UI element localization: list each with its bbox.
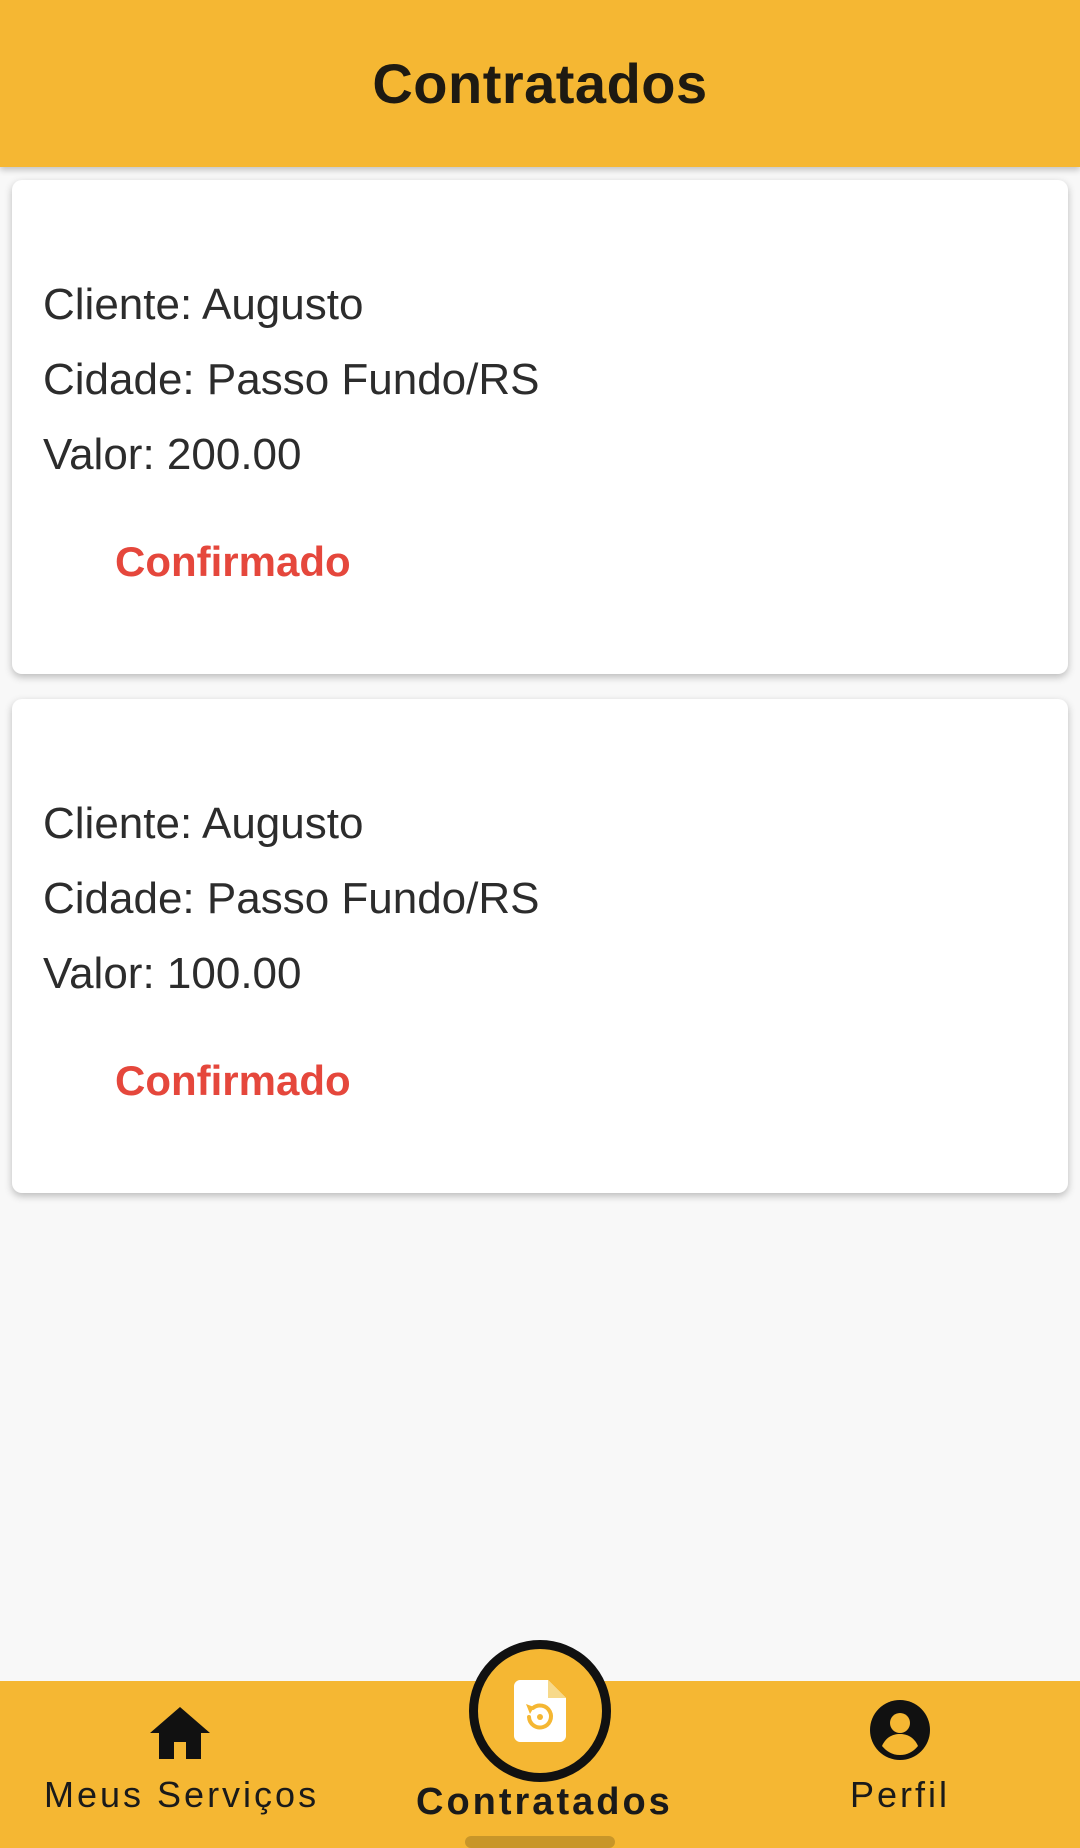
nav-label-contratados: Contratados xyxy=(416,1781,673,1823)
home-icon xyxy=(150,1707,210,1759)
contract-card[interactable]: Cliente: Augusto Cidade: Passo Fundo/RS … xyxy=(12,699,1068,1193)
nav-item-meus-servicos[interactable]: Meus Serviços xyxy=(0,1681,360,1848)
nav-label-meus-servicos: Meus Serviços xyxy=(44,1774,320,1815)
status-label: Confirmado xyxy=(115,1057,351,1104)
account-circle-icon xyxy=(870,1700,930,1760)
contract-card[interactable]: Cliente: Augusto Cidade: Passo Fundo/RS … xyxy=(12,180,1068,674)
contratados-active-indicator[interactable] xyxy=(469,1640,611,1782)
gesture-handle xyxy=(465,1836,615,1848)
nav-label-perfil: Perfil xyxy=(850,1774,951,1815)
page-title: Contratados xyxy=(372,52,708,115)
city-text: Cidade: Passo Fundo/RS xyxy=(43,355,540,404)
document-restore-icon xyxy=(514,1680,566,1742)
nav-item-perfil[interactable]: Perfil xyxy=(720,1681,1080,1848)
value-text: Valor: 200.00 xyxy=(43,430,302,479)
city-text: Cidade: Passo Fundo/RS xyxy=(43,874,540,923)
client-text: Cliente: Augusto xyxy=(43,280,364,329)
app-bar: Contratados xyxy=(0,0,1080,167)
value-text: Valor: 100.00 xyxy=(43,949,302,998)
client-text: Cliente: Augusto xyxy=(43,799,364,848)
status-label: Confirmado xyxy=(115,538,351,585)
